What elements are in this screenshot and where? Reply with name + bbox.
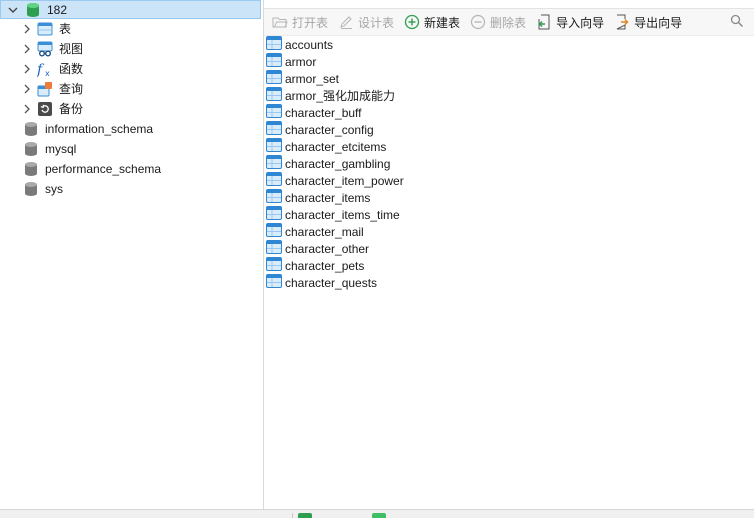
table-list-item[interactable]: character_item_power [266, 172, 404, 189]
svg-text:x: x [45, 69, 50, 77]
export-icon [616, 14, 629, 30]
table-list-item[interactable]: character_etcitems [266, 138, 386, 155]
new-table-label: 新建表 [424, 15, 461, 30]
table-list-item[interactable]: character_config [266, 121, 374, 138]
status-database-icon [298, 513, 312, 518]
folder-open-icon [272, 17, 288, 28]
table-icon [37, 21, 53, 37]
table-name: character_quests [285, 275, 378, 290]
status-divider [292, 513, 293, 518]
database-label: sys [45, 181, 63, 196]
table-name: accounts [285, 37, 334, 52]
import-wizard-button[interactable]: 导入向导 [534, 11, 606, 33]
delete-table-button[interactable]: 删除表 [468, 11, 528, 33]
table-icon [266, 273, 282, 292]
open-table-button[interactable]: 打开表 [270, 11, 330, 33]
new-table-button[interactable]: 新建表 [402, 11, 462, 33]
connection-label: 182 [47, 2, 68, 17]
table-list-item[interactable]: armor_set [266, 70, 339, 87]
pencil-icon [340, 16, 353, 29]
table-name: character_mail [285, 224, 364, 239]
tree-connection-182[interactable]: 182 [0, 0, 261, 19]
delete-table-label: 删除表 [490, 15, 527, 30]
database-icon [23, 161, 39, 177]
database-label: performance_schema [45, 161, 162, 176]
tree-database-performance-schema[interactable]: performance_schema [0, 159, 161, 178]
database-icon [23, 121, 39, 137]
chevron-right-icon[interactable] [21, 23, 33, 35]
import-icon [538, 14, 550, 30]
table-list-item[interactable]: character_other [266, 240, 369, 257]
svg-text:f: f [37, 62, 45, 77]
tree-item-functions[interactable]: f x 函数 [0, 59, 83, 78]
tree-item-tables[interactable]: 表 [0, 19, 71, 38]
chevron-down-icon[interactable] [7, 4, 19, 16]
table-name: character_etcitems [285, 139, 387, 154]
database-label: mysql [45, 141, 77, 156]
chevron-right-icon[interactable] [21, 43, 33, 55]
table-name: character_items_time [285, 207, 400, 222]
search-icon[interactable] [730, 14, 744, 31]
object-toolbar: 打开表 设计表 新建表 删除表 导入向导 导出向导 [264, 8, 754, 36]
export-wizard-button[interactable]: 导出向导 [612, 11, 684, 33]
tree-item-views[interactable]: 视图 [0, 39, 83, 58]
tree-database-information-schema[interactable]: information_schema [0, 119, 153, 138]
table-list-item[interactable]: character_items [266, 189, 370, 206]
chevron-right-icon[interactable] [21, 103, 33, 115]
tree-item-label: 备份 [59, 102, 84, 116]
navigation-tree: 182 表 视图 f x 函数 查询 备份 information_schema… [0, 0, 264, 509]
tree-item-label: 视图 [59, 42, 84, 56]
tree-database-mysql[interactable]: mysql [0, 139, 76, 158]
export-wizard-label: 导出向导 [634, 15, 683, 30]
table-name: armor_set [285, 71, 340, 86]
backup-icon [37, 101, 53, 117]
table-name: armor [285, 54, 317, 69]
tree-item-label: 函数 [59, 62, 84, 76]
function-icon: f x [36, 61, 53, 78]
plus-circle-icon [404, 14, 420, 30]
tree-database-sys[interactable]: sys [0, 179, 63, 198]
table-list-item[interactable]: character_gambling [266, 155, 390, 172]
minus-circle-icon [470, 14, 486, 30]
tree-item-label: 表 [59, 22, 72, 36]
table-name: armor_强化加成能力 [285, 89, 396, 103]
table-list-item[interactable]: character_items_time [266, 206, 400, 223]
table-list-item[interactable]: accounts [266, 36, 333, 53]
table-name: character_items [285, 190, 371, 205]
query-icon [37, 81, 53, 97]
table-list: accounts armor armor_set armor_强化加成能力charac… [265, 36, 754, 508]
table-list-item[interactable]: character_pets [266, 257, 364, 274]
table-list-item[interactable]: character_buff [266, 104, 362, 121]
design-table-label: 设计表 [358, 15, 395, 30]
view-icon [37, 41, 53, 57]
open-table-label: 打开表 [292, 15, 329, 30]
database-icon [23, 181, 39, 197]
import-wizard-label: 导入向导 [556, 15, 605, 30]
table-list-item[interactable]: character_quests [266, 274, 377, 291]
table-name: character_config [285, 122, 374, 137]
chevron-right-icon[interactable] [21, 63, 33, 75]
table-name: character_item_power [285, 173, 404, 188]
table-name: character_buff [285, 105, 362, 120]
database-connected-icon [25, 2, 41, 18]
table-list-item[interactable]: armor [266, 53, 316, 70]
database-icon [23, 141, 39, 157]
chevron-right-icon[interactable] [21, 83, 33, 95]
table-name: character_gambling [285, 156, 391, 171]
table-list-item[interactable]: armor_强化加成能力 [266, 87, 395, 104]
table-list-item[interactable]: character_mail [266, 223, 364, 240]
tree-item-backups[interactable]: 备份 [0, 99, 83, 118]
status-connection-icon [372, 513, 386, 518]
table-name: character_pets [285, 258, 365, 273]
database-label: information_schema [45, 121, 154, 136]
table-name: character_other [285, 241, 370, 256]
tree-item-label: 查询 [59, 82, 84, 96]
design-table-button[interactable]: 设计表 [336, 11, 396, 33]
tree-item-queries[interactable]: 查询 [0, 79, 83, 98]
